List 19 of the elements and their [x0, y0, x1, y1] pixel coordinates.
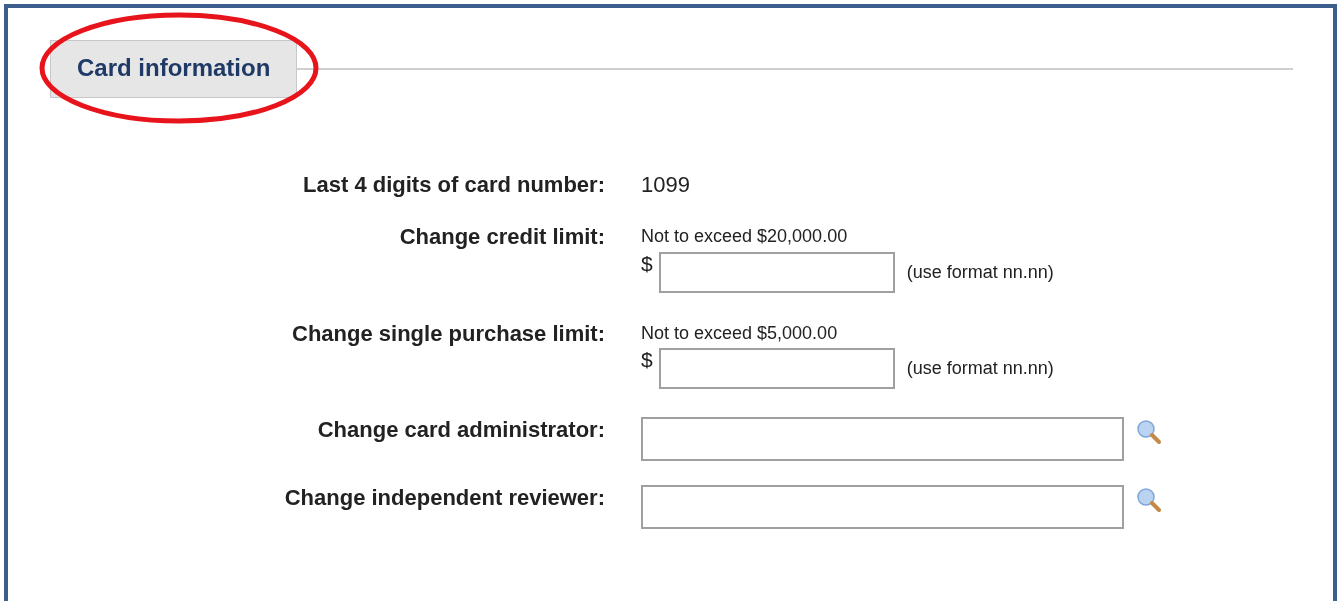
amount-field[interactable]: [658, 348, 895, 390]
lookup-field[interactable]: [641, 485, 1124, 530]
section-legend: Card information: [50, 40, 298, 98]
lookup-field[interactable]: [641, 417, 1124, 462]
currency-symbol: $: [641, 251, 653, 275]
search-icon[interactable]: [1136, 419, 1162, 446]
field-label: Change credit limit:: [398, 224, 605, 252]
field-label: Change card administrator:: [316, 417, 605, 445]
field-label: Change single purchase limit:: [291, 320, 605, 348]
search-icon[interactable]: [1136, 487, 1162, 514]
amount-field[interactable]: [658, 251, 895, 293]
limit-hint: Not to exceed $5,000.00: [641, 322, 839, 345]
field-value: 1099: [641, 171, 691, 199]
field-label: Last 4 digits of card number:: [302, 171, 605, 199]
format-note: (use format nn.nn): [906, 260, 1054, 284]
limit-hint: Not to exceed $20,000.00: [641, 226, 849, 248]
format-note: (use format nn.nn): [906, 357, 1054, 381]
currency-symbol: $: [641, 348, 653, 372]
field-label: Change independent reviewer:: [283, 485, 605, 513]
